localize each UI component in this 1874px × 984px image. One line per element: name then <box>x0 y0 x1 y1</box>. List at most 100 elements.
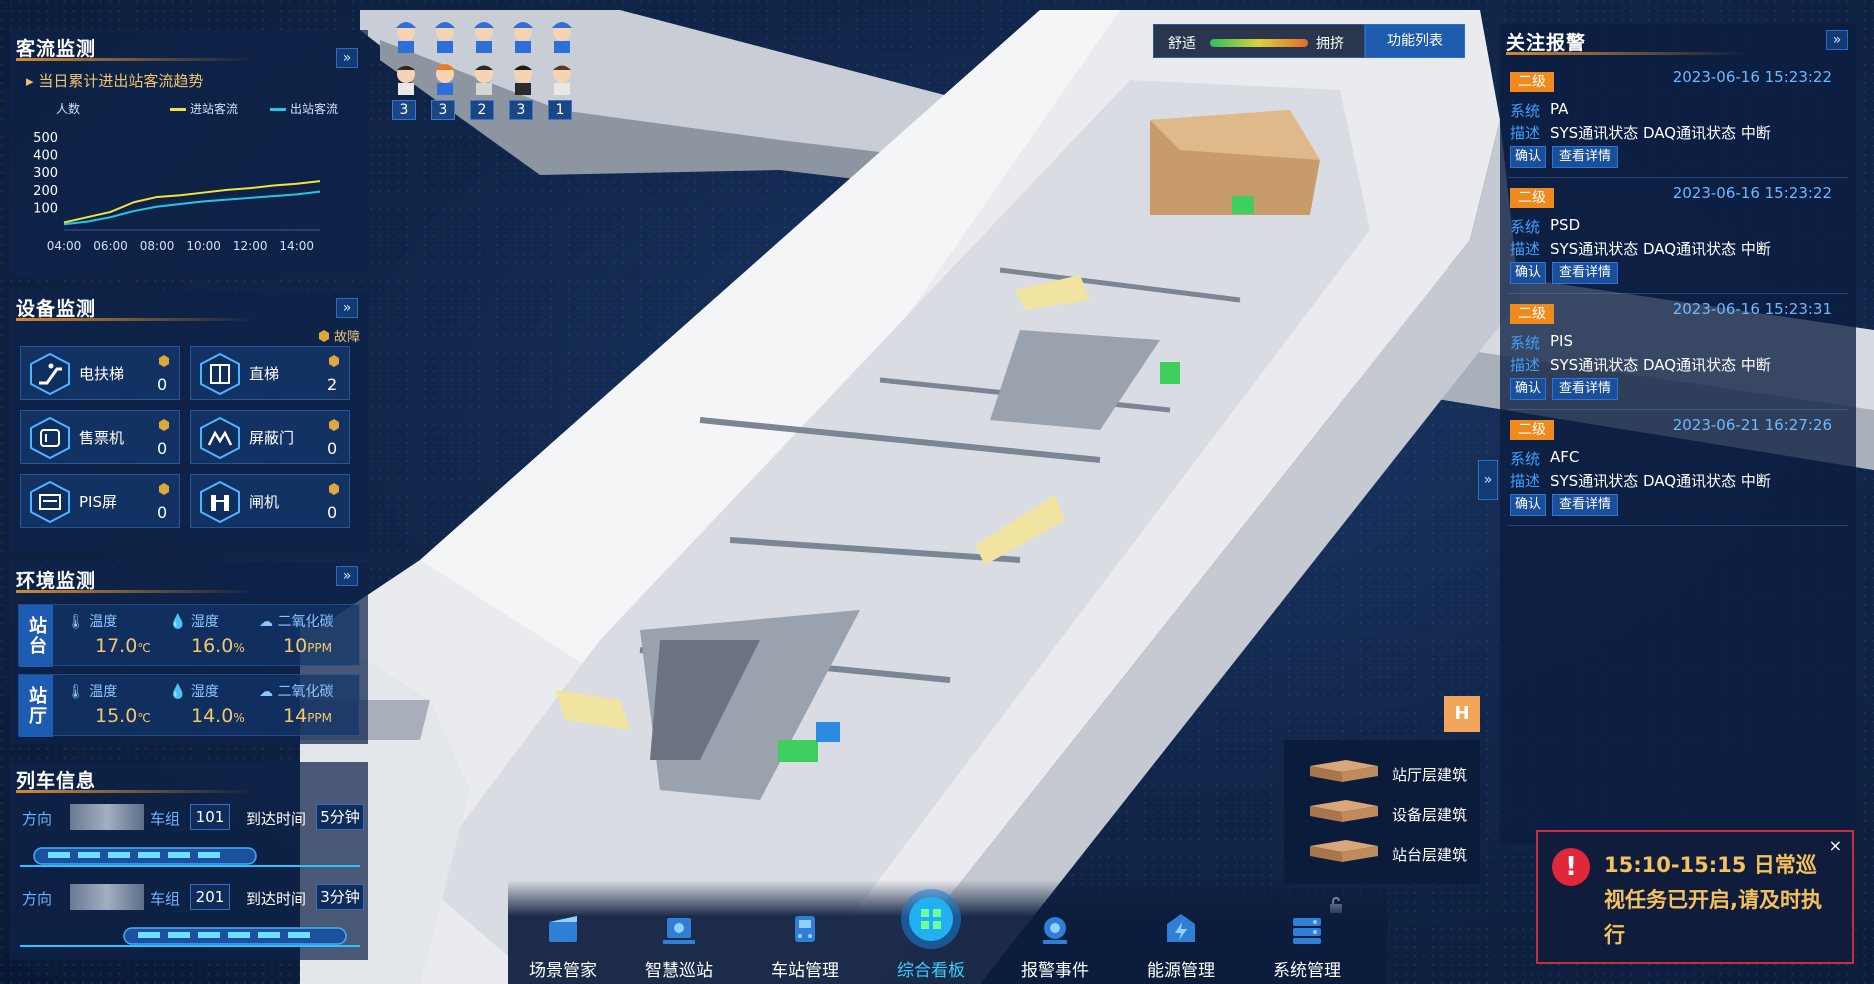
close-button[interactable]: × <box>1829 836 1842 855</box>
system-icon <box>1293 918 1321 944</box>
label-text: 湿度 <box>190 614 219 630</box>
equipment-card-gate[interactable]: 闸机 0 <box>190 474 350 528</box>
expand-button[interactable]: » <box>336 48 358 68</box>
home-view-button[interactable]: H <box>1444 696 1480 732</box>
alarm-item[interactable]: 二级 2023-06-16 15:23:22 系统 PSD 描述 SYS通讯状态… <box>1508 182 1848 294</box>
staff-count: 1 <box>548 100 572 120</box>
collapse-side-button[interactable]: » <box>1478 460 1498 500</box>
alarm-item[interactable]: 二级 2023-06-16 15:23:31 系统 PIS 描述 SYS通讯状态… <box>1508 298 1848 410</box>
chart-subtitle: ▸ 当日累计进出站客流趋势 <box>26 72 204 90</box>
equipment-label: 屏蔽门 <box>249 429 295 447</box>
layer-toggle-equipment[interactable]: 设备层建筑 <box>1306 798 1476 828</box>
equipment-card-ticket-machine[interactable]: 售票机 0 <box>20 410 180 464</box>
staff-blue-icon[interactable] <box>503 16 543 56</box>
alarm-icon <box>1043 917 1067 944</box>
fault-count: 0 <box>327 503 338 522</box>
label-text: 温度 <box>89 684 118 700</box>
staff-blue-icon[interactable] <box>386 16 426 56</box>
system-value: PSD <box>1550 216 1581 234</box>
fault-hex-icon <box>329 419 339 431</box>
env-row-platform: 站台 🌡 温度 17.0℃ 💧 湿度 16.0% ☁ 二氧化碳 10PPM <box>18 604 360 667</box>
layer-label: 站台层建筑 <box>1392 846 1468 864</box>
system-value: PIS <box>1550 332 1573 350</box>
expand-button[interactable]: » <box>336 566 358 586</box>
value-text: 16.0 <box>191 635 234 657</box>
staff-blue-icon[interactable] <box>464 16 504 56</box>
direction-label: 方向 <box>22 810 53 828</box>
confirm-button[interactable]: 确认 <box>1510 378 1546 400</box>
panel-header: 关注报警 <box>1500 24 1856 55</box>
value-text: 10 <box>283 635 308 657</box>
nav-dashboard[interactable]: 综合看板 <box>876 889 986 982</box>
staff-blue-icon[interactable] <box>542 16 582 56</box>
equipment-card-pis-screen[interactable]: PIS屏 0 <box>20 474 180 528</box>
equipment-card-elevator[interactable]: 直梯 2 <box>190 346 350 400</box>
equipment-card-screen-door[interactable]: 屏蔽门 0 <box>190 410 350 464</box>
nav-energy[interactable]: 能源管理 <box>1126 910 1236 982</box>
pis-screen-icon <box>30 481 70 523</box>
unit-text: % <box>233 711 245 725</box>
desc-key: 描述 <box>1510 124 1541 142</box>
station-icon <box>795 916 815 942</box>
nav-smart-patrol[interactable]: 智慧巡站 <box>624 910 734 982</box>
desc-value: SYS通讯状态 DAQ通讯状态 中断 <box>1550 124 1771 142</box>
title-underline <box>16 590 256 593</box>
staff-count: 3 <box>509 100 533 120</box>
y-tick-label: 400 <box>33 149 58 164</box>
alarm-item[interactable]: 二级 2023-06-16 15:23:22 系统 PA 描述 SYS通讯状态 … <box>1508 66 1848 178</box>
desc-value: SYS通讯状态 DAQ通讯状态 中断 <box>1550 240 1771 258</box>
panel-title: 关注报警 <box>1506 32 1587 54</box>
expand-button[interactable]: » <box>336 298 358 318</box>
fault-legend: 故障 <box>318 326 360 345</box>
staff-guard-icon[interactable] <box>503 58 543 98</box>
crowded-label: 拥挤 <box>1316 36 1344 52</box>
comfort-label: 舒适 <box>1168 36 1196 52</box>
unit-text: ℃ <box>137 711 151 725</box>
nav-station-manage[interactable]: 车站管理 <box>750 910 860 982</box>
co2-value: 14PPM <box>283 705 332 727</box>
layer-label: 设备层建筑 <box>1392 806 1468 824</box>
bottom-navigation: 场景管家 智慧巡站 车站管理 综合看板 报警事件 能源管理 系统管理 <box>508 880 1388 984</box>
nav-label: 报警事件 <box>1021 961 1089 981</box>
staff-worker-icon[interactable] <box>386 58 426 98</box>
function-list-button[interactable]: 功能列表 <box>1365 24 1465 58</box>
view-detail-button[interactable]: 查看详情 <box>1552 262 1618 284</box>
x-tick-label: 04:00 <box>47 239 82 253</box>
staff-blue-icon[interactable] <box>425 16 465 56</box>
panel-header: 客流监测 <box>10 30 368 61</box>
view-detail-button[interactable]: 查看详情 <box>1552 146 1618 168</box>
layer-toggle-platform[interactable]: 站台层建筑 <box>1306 838 1476 868</box>
title-underline <box>16 318 256 321</box>
panel-title: 列车信息 <box>16 770 97 792</box>
fault-hex-icon <box>318 330 329 342</box>
view-detail-button[interactable]: 查看详情 <box>1552 494 1618 516</box>
view-detail-button[interactable]: 查看详情 <box>1552 378 1618 400</box>
arrive-label: 到达时间 <box>246 890 307 908</box>
y-unit-label: 人数 <box>56 102 81 116</box>
confirm-button[interactable]: 确认 <box>1510 262 1546 284</box>
alarm-item[interactable]: 二级 2023-06-21 16:27:26 系统 AFC 描述 SYS通讯状态… <box>1508 414 1848 526</box>
staff-worker-icon[interactable] <box>464 58 504 98</box>
staff-engineer-icon[interactable] <box>425 58 465 98</box>
confirm-button[interactable]: 确认 <box>1510 146 1546 168</box>
patrol-task-notification[interactable]: ! 15:10-15:15 日常巡视任务已开启,请及时执行 × <box>1536 830 1854 964</box>
confirm-button[interactable]: 确认 <box>1510 494 1546 516</box>
equipment-card-escalator[interactable]: 电扶梯 0 <box>20 346 180 400</box>
subtitle-text: 当日累计进出站客流趋势 <box>38 72 204 90</box>
passenger-flow-panel: 客流监测 » ▸ 当日累计进出站客流趋势 人数 进站客流 出站客流 500 400… <box>10 30 368 278</box>
layer-toggle-hall[interactable]: 站厅层建筑 <box>1306 758 1476 788</box>
value-text: 14 <box>283 705 308 727</box>
system-value: PA <box>1550 100 1569 118</box>
temperature-value: 15.0℃ <box>95 705 151 727</box>
nav-label: 综合看板 <box>897 961 965 981</box>
env-location-tag: 站厅 <box>19 675 53 737</box>
alarm-panel: 关注报警 » 二级 2023-06-16 15:23:22 系统 PA 描述 S… <box>1500 24 1856 844</box>
staff-cleaner-icon[interactable] <box>542 58 582 98</box>
group-value: 201 <box>190 884 230 910</box>
expand-button[interactable]: » <box>1826 30 1848 50</box>
nav-scene-manager[interactable]: 场景管家 <box>508 910 618 982</box>
staff-count: 2 <box>470 100 494 120</box>
nav-alarm-events[interactable]: 报警事件 <box>1000 910 1110 982</box>
env-location-tag: 站台 <box>19 605 53 667</box>
nav-system[interactable]: 系统管理 <box>1252 910 1362 982</box>
